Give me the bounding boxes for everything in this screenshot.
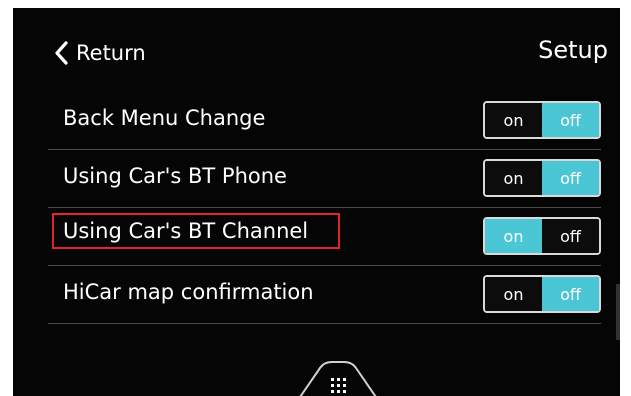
toggle-on-option[interactable]: on [485,277,542,311]
return-button[interactable]: Return [53,38,146,68]
setting-row-using-cars-bt-phone: Using Car's BT Phone on off [48,149,601,208]
back-menu-change-toggle[interactable]: on off [483,101,601,139]
toggle-on-option[interactable]: on [485,103,542,137]
setting-row-hicar-map-confirmation: HiCar map confirmation on off [48,265,601,324]
setting-row-back-menu-change: Back Menu Change on off [48,91,601,150]
grid-dots-icon [331,378,346,393]
setting-label: HiCar map confirmation [63,280,314,304]
chevron-left-icon [55,41,68,65]
toggle-off-option[interactable]: off [542,277,599,311]
setting-label: Using Car's BT Phone [63,164,287,188]
using-cars-bt-channel-toggle[interactable]: on off [483,217,601,255]
page-title: Setup [538,36,608,64]
toggle-off-option[interactable]: off [542,103,599,137]
toggle-on-option[interactable]: on [485,161,542,195]
setting-label: Back Menu Change [63,106,266,130]
return-label: Return [76,41,146,65]
hicar-map-confirmation-toggle[interactable]: on off [483,275,601,313]
setup-screen: Return Setup Back Menu Change on off Usi… [13,8,620,396]
setting-row-using-cars-bt-channel: Using Car's BT Channel on off [48,207,601,266]
setting-label: Using Car's BT Channel [52,213,340,249]
using-cars-bt-phone-toggle[interactable]: on off [483,159,601,197]
scrollbar[interactable] [616,284,620,340]
toggle-off-option[interactable]: off [542,161,599,195]
header: Return Setup [13,8,620,96]
toggle-off-option[interactable]: off [542,219,599,253]
toggle-on-option[interactable]: on [485,219,542,253]
home-menu-button[interactable] [276,360,400,396]
